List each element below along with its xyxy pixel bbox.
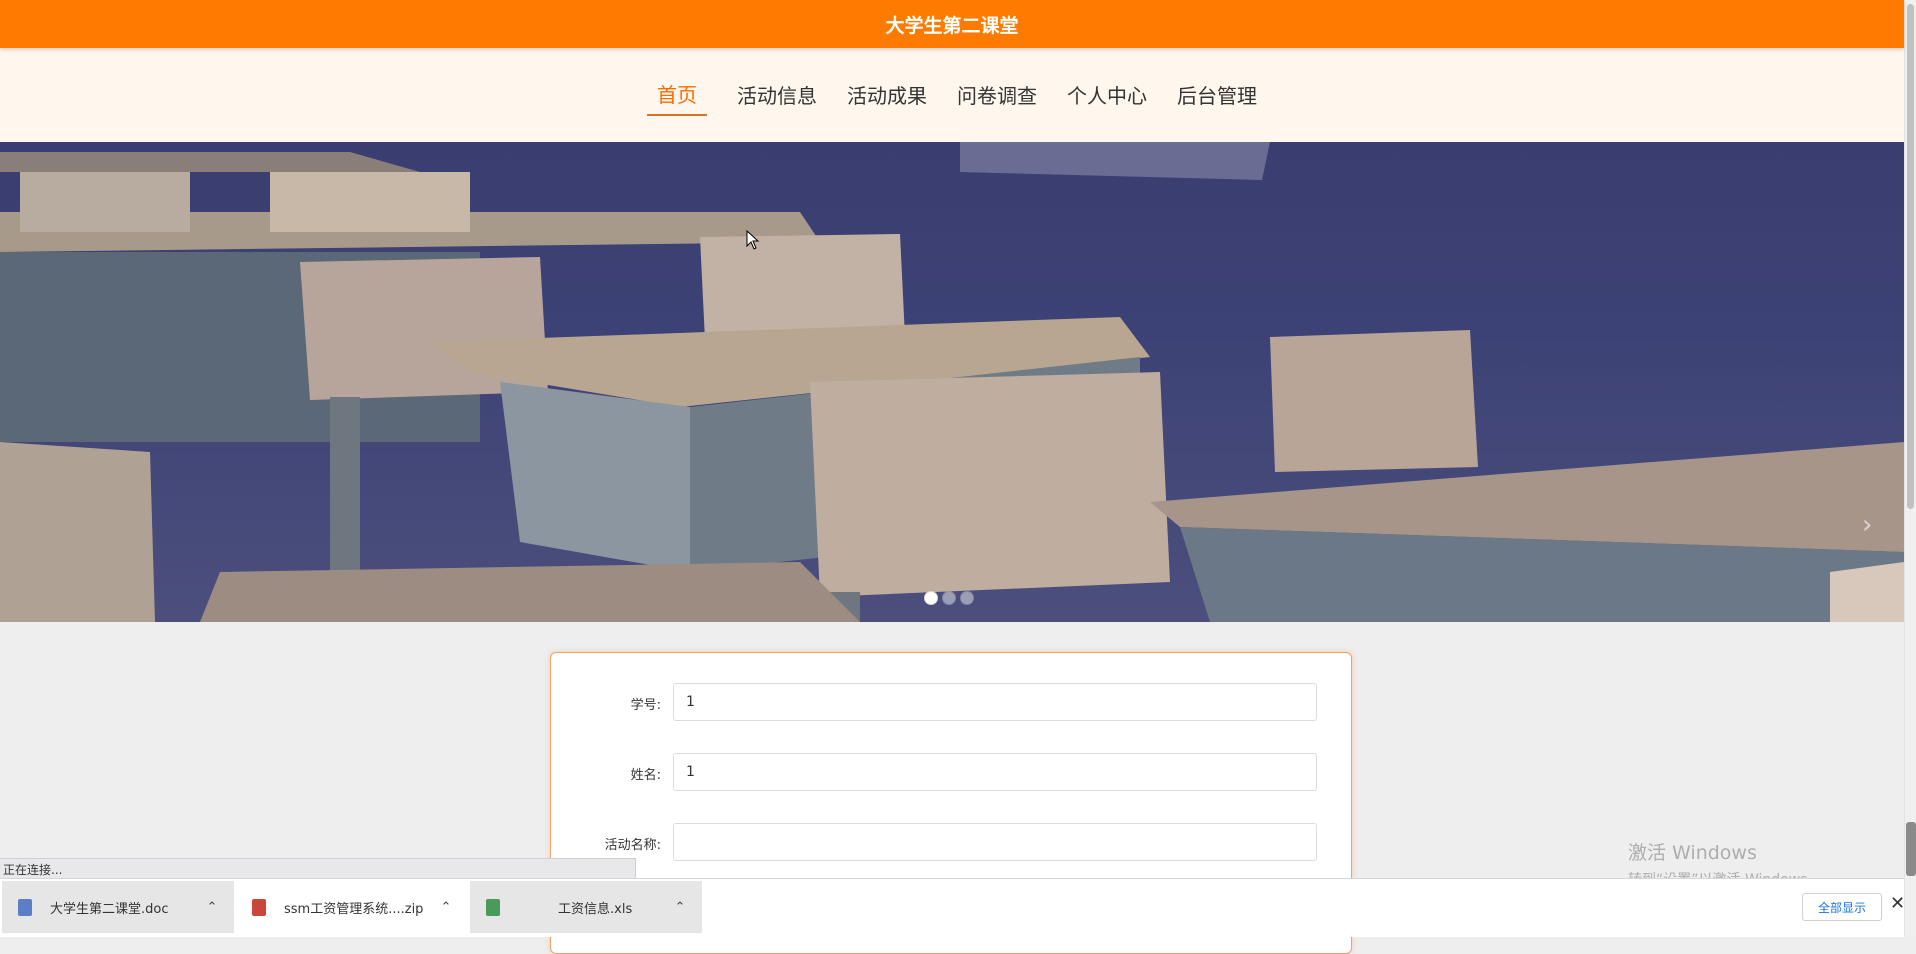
form-row-student-id: 学号: [551,683,1351,723]
name-label: 姓名: [630,768,661,783]
chevron-up-icon[interactable]: ⌃ [436,900,456,915]
chevron-right-icon[interactable]: › [1862,510,1880,540]
download-filename: ssm工资管理系统....zip [284,901,424,917]
side-widget [1906,822,1916,876]
banner-carousel[interactable]: › [0,142,1904,622]
nav-item-activity-info[interactable]: 活动信息 [737,80,817,115]
doc-file-icon [18,898,32,916]
show-all-button[interactable]: 全部显示 [1802,893,1882,921]
student-id-input[interactable] [673,683,1317,721]
zip-file-icon [252,898,266,916]
nav-item-home[interactable]: 首页 [647,79,707,116]
chevron-up-icon[interactable]: ⌃ [670,900,690,915]
download-item[interactable]: ssm工资管理系统....zip ⌃ [236,881,468,933]
download-item[interactable]: 大学生第二课堂.doc ⌃ [2,881,234,933]
activity-name-label: 活动名称: [604,838,661,853]
page-title: 大学生第二课堂 [885,14,1019,37]
watermark-line1: 激活 Windows [1628,842,1757,864]
status-text: 正在连接... [3,863,63,877]
mouse-cursor-icon [746,230,760,250]
student-id-label: 学号: [630,698,661,713]
download-filename: 大学生第二课堂.doc [50,901,169,917]
form-row-activity-name: 活动名称: [551,823,1351,863]
nav-item-personal-center[interactable]: 个人中心 [1067,80,1147,115]
main-nav: 首页 活动信息 活动成果 问卷调查 个人中心 后台管理 [0,48,1904,142]
form-row-name: 姓名: [551,753,1351,793]
download-item[interactable]: 工资信息.xls ⌃ [470,881,702,933]
activity-name-input[interactable] [673,823,1317,861]
scrollbar-thumb[interactable] [1907,4,1914,509]
carousel-indicators [924,591,974,605]
classroom-banner-image [0,142,1904,622]
download-filename: 工资信息.xls [558,901,633,917]
nav-item-activity-results[interactable]: 活动成果 [847,80,927,115]
carousel-dot[interactable] [960,591,974,605]
nav-item-admin[interactable]: 后台管理 [1177,80,1257,115]
close-icon[interactable]: ✕ [1890,893,1905,914]
chevron-up-icon[interactable]: ⌃ [202,900,222,915]
carousel-dot[interactable] [924,591,938,605]
status-bar: 正在连接... [0,858,636,880]
page-scrollbar[interactable] [1904,0,1916,936]
name-input[interactable] [673,753,1317,791]
carousel-dot[interactable] [942,591,956,605]
xls-file-icon [486,898,500,916]
downloads-bar: 大学生第二课堂.doc ⌃ ssm工资管理系统....zip ⌃ 工资信息.xl… [0,878,1905,937]
nav-item-survey[interactable]: 问卷调查 [957,80,1037,115]
app-title-bar: 大学生第二课堂 [0,0,1904,48]
